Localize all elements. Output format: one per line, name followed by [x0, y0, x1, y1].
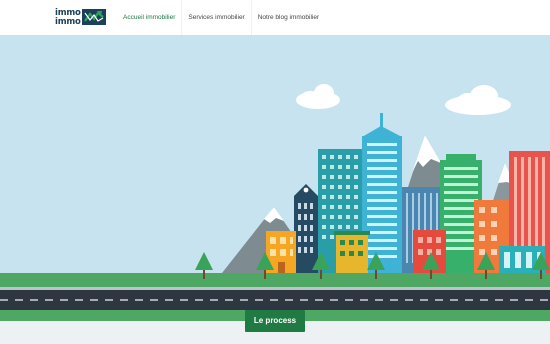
logo-arrows-icon: [82, 9, 106, 25]
process-button[interactable]: Le process: [245, 310, 305, 332]
site-logo[interactable]: immo immo: [55, 9, 107, 26]
city-illustration: [0, 35, 550, 321]
hero-banner: [0, 35, 550, 321]
main-nav: Accueil immobilier Services immobilier N…: [117, 0, 325, 35]
nav-item-services[interactable]: Services immobilier: [181, 0, 250, 35]
logo-word-2: immo: [55, 16, 81, 27]
nav-item-accueil[interactable]: Accueil immobilier: [117, 0, 181, 35]
building-navy-tower: [294, 184, 318, 276]
logo-text: immo immo: [55, 9, 81, 26]
nav-item-blog[interactable]: Notre blog immobilier: [250, 0, 325, 35]
building-yellow-small: [334, 231, 370, 276]
grass-strip: [0, 273, 550, 289]
site-header: immo immo Accueil immobilier Services im…: [0, 0, 550, 35]
